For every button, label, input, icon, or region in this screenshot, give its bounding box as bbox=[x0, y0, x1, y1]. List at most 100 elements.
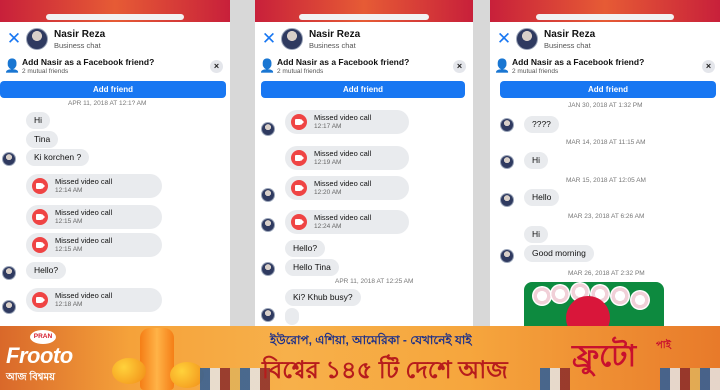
add-friend-prompt: 👤 Add Nasir as a Facebook friend? 2 mutu… bbox=[255, 56, 473, 78]
brand-logo: Frooto bbox=[6, 343, 73, 368]
contact-subtitle: Business chat bbox=[54, 41, 101, 50]
dismiss-prompt-button[interactable]: × bbox=[702, 60, 715, 73]
avatar[interactable] bbox=[26, 28, 48, 50]
avatar bbox=[261, 308, 275, 322]
add-user-icon: 👤 bbox=[494, 58, 511, 73]
chat-panel-1: ✕ Nasir Reza Business chat 👤 Add Nasir a… bbox=[0, 0, 230, 326]
call-time: 12:20 AM bbox=[314, 189, 342, 196]
dismiss-prompt-button[interactable]: × bbox=[210, 60, 223, 73]
missed-call-card[interactable]: Missed video call 12:18 AM bbox=[26, 288, 162, 312]
advertisement-banner[interactable]: PRAN Frooto আজ বিশ্বময় ইউরোপ, এশিয়া, আ… bbox=[0, 326, 720, 390]
mutual-friends: 2 mutual friends bbox=[277, 68, 324, 75]
add-friend-button[interactable]: Add friend bbox=[500, 81, 716, 98]
missed-call-card[interactable]: Missed video call 12:17 AM bbox=[285, 110, 409, 134]
pran-logo: PRAN bbox=[30, 330, 56, 344]
avatar bbox=[500, 193, 514, 207]
close-icon[interactable]: ✕ bbox=[496, 30, 512, 47]
crowd-image bbox=[540, 368, 570, 390]
message-bubble: ???? bbox=[524, 116, 559, 133]
video-camera-icon bbox=[32, 178, 48, 194]
timestamp: APR 11, 2018 AT 12:1? AM bbox=[68, 100, 147, 107]
avatar bbox=[2, 300, 16, 314]
call-title: Missed video call bbox=[314, 179, 372, 188]
message-bubble: Hi bbox=[524, 152, 549, 169]
missed-call-card[interactable]: Missed video call 12:14 AM bbox=[26, 174, 162, 198]
ad-headline-bottom: বিশ্বের ১৪৫ টি দেশে আজ bbox=[262, 357, 508, 384]
video-camera-icon bbox=[32, 292, 48, 308]
add-friend-button[interactable]: Add friend bbox=[0, 81, 226, 98]
add-friend-prompt: 👤 Add Nasir as a Facebook friend? 2 mutu… bbox=[0, 56, 230, 78]
video-camera-icon bbox=[32, 237, 48, 253]
chat-header: ✕ Nasir Reza Business chat bbox=[255, 24, 473, 54]
top-banner-strip bbox=[0, 0, 230, 22]
video-camera-icon bbox=[291, 150, 307, 166]
timestamp: MAR 23, 2018 AT 6:26 AM bbox=[568, 213, 645, 220]
message-bubble: Hi bbox=[524, 226, 549, 243]
mutual-friends: 2 mutual friends bbox=[22, 68, 69, 75]
missed-call-card[interactable]: Missed video call 12:20 AM bbox=[285, 176, 409, 200]
missed-call-card[interactable]: Missed video call 12:19 AM bbox=[285, 146, 409, 170]
missed-call-card[interactable]: Missed video call 12:15 AM bbox=[26, 233, 162, 257]
chat-header: ✕ Nasir Reza Business chat bbox=[0, 24, 230, 54]
missed-call-card[interactable]: Missed video call 12:15 AM bbox=[26, 205, 162, 229]
timestamp: MAR 14, 2018 AT 11:15 AM bbox=[566, 139, 646, 146]
avatar[interactable] bbox=[281, 28, 303, 50]
brand-wordmark-suffix: পাই bbox=[656, 340, 671, 351]
video-camera-icon bbox=[32, 209, 48, 225]
call-time: 12:19 AM bbox=[314, 159, 342, 166]
close-icon[interactable]: ✕ bbox=[6, 30, 22, 47]
message-bubble: Hello bbox=[524, 189, 560, 206]
message-bubble: Hello? bbox=[26, 262, 67, 279]
contact-name: Nasir Reza bbox=[544, 29, 596, 40]
avatar bbox=[261, 218, 275, 232]
timestamp: MAR 15, 2018 AT 12:05 AM bbox=[566, 177, 646, 184]
message-bubble: Good morning bbox=[524, 245, 594, 262]
avatar bbox=[500, 155, 514, 169]
call-title: Missed video call bbox=[314, 213, 372, 222]
avatar bbox=[500, 118, 514, 132]
avatar bbox=[261, 262, 275, 276]
dismiss-prompt-button[interactable]: × bbox=[453, 60, 466, 73]
add-user-icon: 👤 bbox=[4, 58, 21, 73]
message-bubble: Ki? Khub busy? bbox=[285, 289, 361, 306]
mutual-friends: 2 mutual friends bbox=[512, 68, 559, 75]
message-bubble: Hello? bbox=[285, 240, 326, 257]
close-icon[interactable]: ✕ bbox=[261, 30, 277, 47]
avatar bbox=[500, 249, 514, 263]
screenshot-collage: ✕ Nasir Reza Business chat 👤 Add Nasir a… bbox=[0, 0, 720, 390]
timestamp: JAN 30, 2018 AT 1:32 PM bbox=[568, 102, 643, 109]
avatar bbox=[261, 188, 275, 202]
contact-subtitle: Business chat bbox=[309, 41, 356, 50]
call-title: Missed video call bbox=[55, 236, 113, 245]
timestamp: MAR 26, 2018 AT 2:32 PM bbox=[568, 270, 645, 277]
call-title: Missed video call bbox=[55, 208, 113, 217]
avatar[interactable] bbox=[516, 28, 538, 50]
call-title: Missed video call bbox=[55, 291, 113, 300]
crowd-image bbox=[660, 368, 720, 390]
missed-call-card[interactable]: Missed video call 12:24 AM bbox=[285, 210, 409, 234]
typing-bubble bbox=[285, 308, 299, 325]
mango-image bbox=[112, 358, 146, 384]
brand-wordmark: ফ্রুটো bbox=[572, 340, 637, 373]
call-title: Missed video call bbox=[314, 113, 372, 122]
ad-tagline: আজ বিশ্বময় bbox=[6, 372, 55, 383]
call-title: Missed video call bbox=[55, 177, 113, 186]
avatar bbox=[261, 122, 275, 136]
call-time: 12:15 AM bbox=[55, 246, 83, 253]
add-friend-button[interactable]: Add friend bbox=[261, 81, 465, 98]
shared-image[interactable] bbox=[524, 282, 664, 326]
crowd-image bbox=[200, 368, 270, 390]
add-friend-title: Add Nasir as a Facebook friend? bbox=[512, 57, 645, 67]
add-friend-title: Add Nasir as a Facebook friend? bbox=[277, 57, 410, 67]
call-time: 12:15 AM bbox=[55, 218, 83, 225]
ad-headline-top: ইউরোপ, এশিয়া, আমেরিকা - যেখানেই যাই bbox=[270, 333, 472, 347]
call-time: 12:18 AM bbox=[55, 301, 83, 308]
video-camera-icon bbox=[291, 114, 307, 130]
add-user-icon: 👤 bbox=[259, 58, 276, 73]
timestamp: APR 11, 2018 AT 12:25 AM bbox=[335, 278, 414, 285]
call-time: 12:14 AM bbox=[55, 187, 83, 194]
message-bubble: Tina bbox=[26, 131, 59, 148]
avatar bbox=[2, 152, 16, 166]
contact-name: Nasir Reza bbox=[54, 29, 106, 40]
video-camera-icon bbox=[291, 214, 307, 230]
